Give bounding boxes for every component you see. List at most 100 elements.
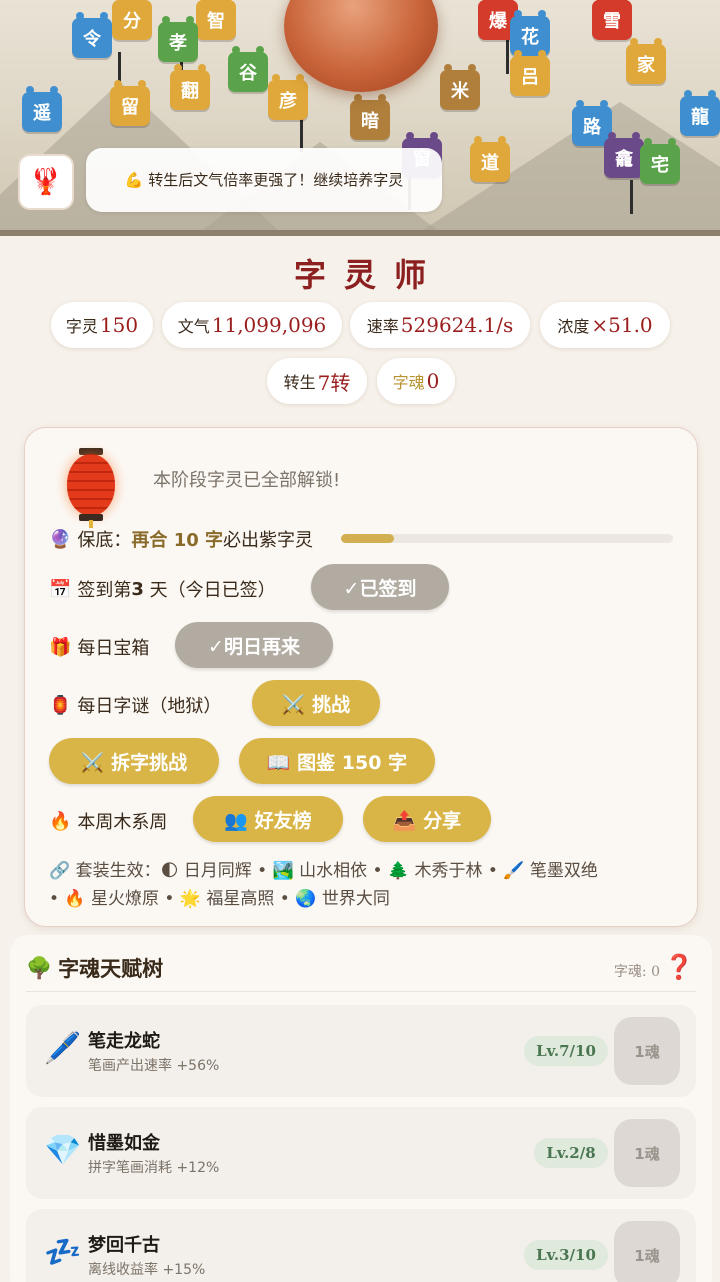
stat-label: 文气 bbox=[177, 317, 210, 336]
avatar[interactable]: 🦞 bbox=[18, 154, 74, 210]
page-title: 字灵师 bbox=[293, 256, 444, 294]
upgrade-button[interactable]: 1魂 bbox=[614, 1017, 680, 1085]
talent-card-menghui: 💤 梦回千古 离线收益率 +15% Lv.3/10 1魂 bbox=[26, 1209, 696, 1282]
sprite-leg bbox=[630, 180, 633, 214]
riddle-challenge-button[interactable]: ⚔️ 挑战 bbox=[252, 680, 380, 726]
sprite-mi[interactable]: 米 bbox=[440, 64, 480, 110]
stat-label: 速率 bbox=[366, 317, 399, 336]
checkin-row: 📅 签到第 3 天（今日已签） bbox=[49, 576, 276, 602]
sprite-leg bbox=[300, 118, 303, 152]
stat-label: 字灵 bbox=[65, 317, 98, 336]
pity-count: 再合 10 字 bbox=[131, 530, 224, 551]
stat-rate: 速率 529624.1/s bbox=[350, 302, 530, 348]
sprite-gu[interactable]: 谷 bbox=[228, 46, 268, 92]
sprite-zhai[interactable]: 宅 bbox=[640, 138, 680, 184]
sprite-leg bbox=[506, 40, 509, 74]
sprite-liu[interactable]: 留 bbox=[110, 80, 150, 126]
talent-name: 梦回千古 bbox=[88, 1235, 160, 1256]
unlock-status: 本阶段字灵已全部解锁! bbox=[153, 470, 341, 491]
set-bonus-line-2: • 🔥 星火燎原 • 🌟 福星高照 • 🌏 世界大同 bbox=[49, 889, 390, 909]
set-bonus-line-1: 🔗 套装生效：🌓 日月同辉 • 🏞️ 山水相依 • 🌲 木秀于林 • 🖌️ 笔墨… bbox=[49, 861, 598, 881]
stat-wenqi: 文气 11,099,096 bbox=[162, 302, 342, 348]
game-scene[interactable]: 分 智 爆 花 雪 吕 令 孝 家 翻 谷 遥 路 龕 宅 道 留 窗 暗 米 … bbox=[0, 0, 720, 232]
chest-row: 🎁 每日宝箱 bbox=[49, 634, 149, 660]
talent-card-ximo: 💎 惜墨如金 拼字笔画消耗 +12% Lv.2/8 1魂 bbox=[26, 1107, 696, 1199]
talent-level: Lv.7/10 bbox=[524, 1036, 608, 1066]
spirit-orb[interactable] bbox=[284, 0, 438, 92]
stat-value: 7转 bbox=[317, 370, 351, 395]
talent-tree-section: 🌳 字魂天赋树 字魂: 0 ❓ 🖊️ 笔走龙蛇 笔画产出速率 +56% Lv.7… bbox=[10, 935, 712, 1282]
lantern-small-icon: 🏮 bbox=[49, 694, 72, 716]
chest-button[interactable]: ✓明日再来 bbox=[175, 622, 333, 668]
split-challenge-button[interactable]: ⚔️ 拆字挑战 bbox=[49, 738, 219, 784]
stat-value: 529624.1/s bbox=[400, 313, 514, 337]
checkin-prefix: 签到第 bbox=[77, 580, 132, 601]
checkin-day: 3 bbox=[131, 578, 144, 600]
sprite-jia[interactable]: 家 bbox=[626, 38, 666, 84]
week-label: 本周木系周 bbox=[77, 812, 168, 833]
checkin-suffix: 天（今日已签） bbox=[143, 580, 276, 601]
pity-progress-fill bbox=[341, 534, 395, 543]
upgrade-button[interactable]: 1魂 bbox=[614, 1221, 680, 1282]
talent-tree-title-text: 字魂天赋树 bbox=[58, 956, 164, 981]
talent-desc: 离线收益率 +15% bbox=[88, 1262, 206, 1278]
stat-value: 11,099,096 bbox=[211, 313, 327, 337]
stat-spirits: 字灵 150 bbox=[51, 302, 153, 348]
talent-level: Lv.3/10 bbox=[524, 1240, 608, 1270]
help-icon[interactable]: ❓ bbox=[664, 953, 694, 981]
week-row: 🔥 本周木系周 bbox=[49, 808, 167, 834]
daily-panel: 本阶段字灵已全部解锁! 🔮 保底： 再合 10 字 必出紫字灵 📅 签到第 3 … bbox=[24, 427, 698, 927]
crab-icon: 🦞 bbox=[29, 167, 63, 197]
share-button[interactable]: 📤 分享 bbox=[363, 796, 491, 842]
crystal-ball-icon: 🔮 bbox=[49, 528, 72, 550]
upgrade-button[interactable]: 1魂 bbox=[614, 1119, 680, 1187]
lantern-icon bbox=[65, 448, 117, 528]
codex-button[interactable]: 📖 图鉴 150 字 bbox=[239, 738, 435, 784]
sprite-dao[interactable]: 道 bbox=[470, 136, 510, 182]
stat-label: 浓度 bbox=[557, 317, 590, 336]
sprite-ling[interactable]: 令 bbox=[72, 12, 112, 58]
gem-icon: 💎 bbox=[44, 1133, 82, 1168]
sprite-xue[interactable]: 雪 bbox=[592, 0, 632, 40]
talent-tree-title: 🌳 字魂天赋树 bbox=[26, 953, 163, 983]
sprite-long[interactable]: 龍 bbox=[680, 90, 720, 136]
sprite-zhi[interactable]: 智 bbox=[196, 0, 236, 40]
sprite-kan[interactable]: 龕 bbox=[604, 132, 644, 178]
friends-leaderboard-button[interactable]: 👥 好友榜 bbox=[193, 796, 343, 842]
talent-desc: 拼字笔画消耗 +12% bbox=[88, 1160, 220, 1176]
stat-soul: 字魂 0 bbox=[377, 358, 455, 404]
pity-suffix: 必出紫字灵 bbox=[223, 530, 314, 551]
calendar-icon: 📅 bbox=[49, 578, 72, 600]
talent-card-bizou: 🖊️ 笔走龙蛇 笔画产出速率 +56% Lv.7/10 1魂 bbox=[26, 1005, 696, 1097]
stat-value: 0 bbox=[426, 369, 440, 393]
chest-label: 每日宝箱 bbox=[77, 638, 150, 659]
sprite-yao[interactable]: 遥 bbox=[22, 86, 62, 132]
pity-progress-bar bbox=[341, 534, 673, 543]
sprite-yan[interactable]: 彦 bbox=[268, 74, 308, 120]
stat-density: 浓度 ×51.0 bbox=[540, 302, 670, 348]
sprite-an[interactable]: 暗 bbox=[350, 94, 390, 140]
talent-name: 惜墨如金 bbox=[88, 1133, 160, 1154]
pen-icon: 🖊️ bbox=[44, 1031, 82, 1066]
sprite-fen[interactable]: 分 bbox=[112, 0, 152, 40]
talent-level: Lv.2/8 bbox=[534, 1138, 608, 1168]
toast-text: 💪 转生后文气倍率更强了！继续培养字灵 bbox=[124, 171, 404, 189]
pity-prefix: 保底： bbox=[77, 530, 132, 551]
stat-value: ×51.0 bbox=[591, 313, 653, 337]
fire-icon: 🔥 bbox=[49, 810, 72, 832]
stat-rebirth: 转生 7转 bbox=[267, 358, 367, 404]
sprite-lv[interactable]: 吕 bbox=[510, 50, 550, 96]
checkin-button[interactable]: ✓已签到 bbox=[311, 564, 449, 610]
toast-message: 💪 转生后文气倍率更强了！继续培养字灵 bbox=[86, 148, 442, 212]
gift-icon: 🎁 bbox=[49, 636, 72, 658]
scene-divider bbox=[0, 230, 720, 236]
sprite-fan[interactable]: 翻 bbox=[170, 64, 210, 110]
tree-icon: 🌳 bbox=[26, 955, 53, 980]
riddle-row: 🏮 每日字谜（地狱） bbox=[49, 692, 221, 718]
sleep-icon: 💤 bbox=[44, 1235, 82, 1270]
talent-name: 笔走龙蛇 bbox=[88, 1031, 160, 1052]
sprite-xiao[interactable]: 孝 bbox=[158, 16, 198, 62]
divider bbox=[26, 991, 696, 992]
stat-value: 150 bbox=[99, 313, 139, 337]
riddle-label: 每日字谜（地狱） bbox=[77, 696, 222, 717]
